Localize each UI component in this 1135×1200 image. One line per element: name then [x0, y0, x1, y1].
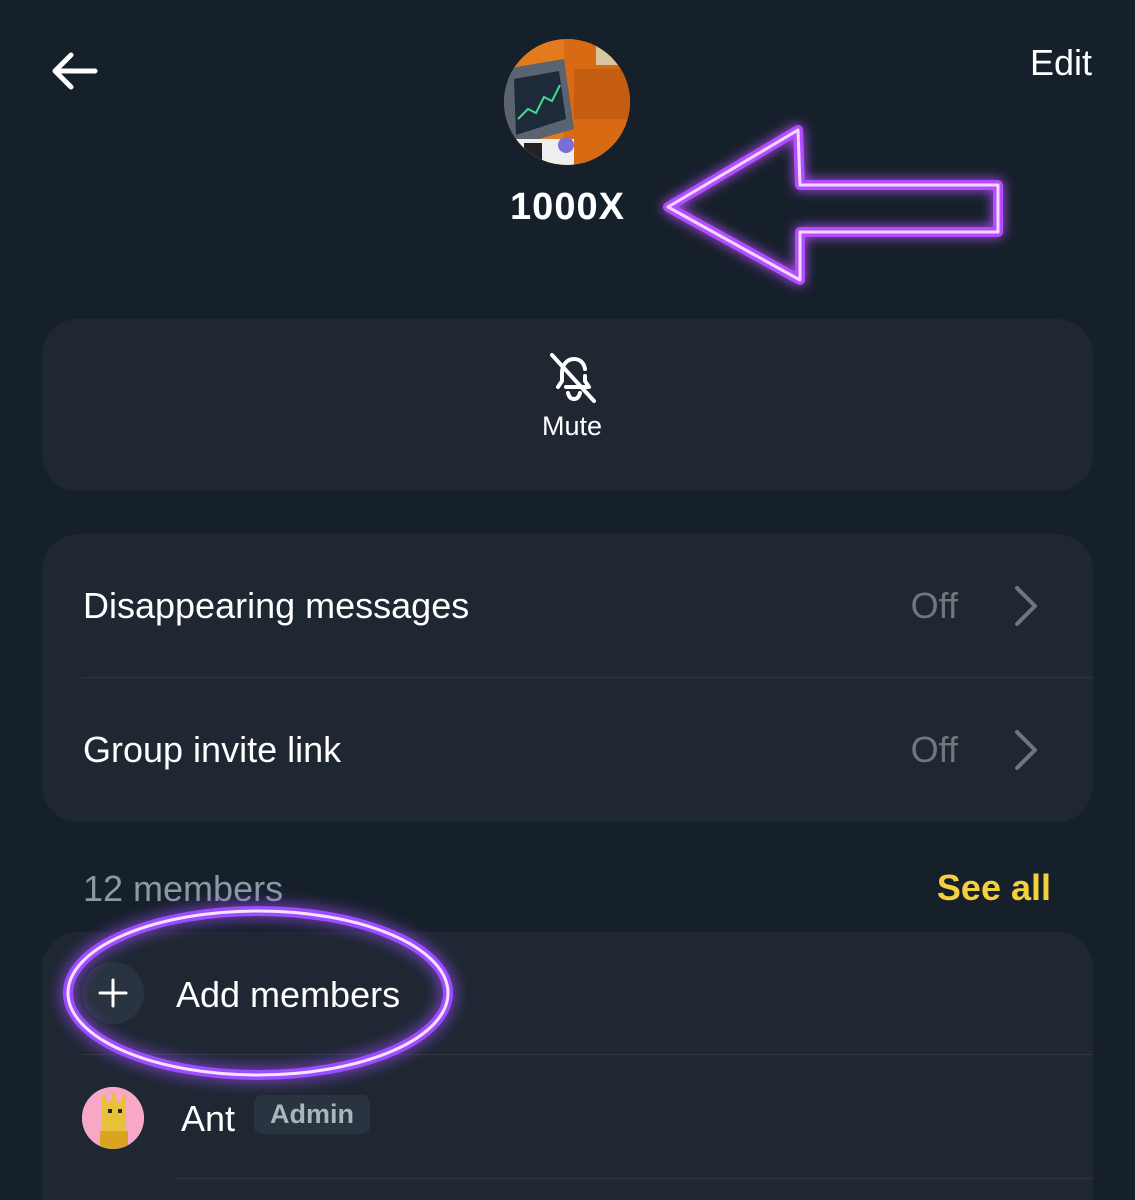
admin-badge: Admin	[254, 1095, 370, 1134]
setting-label: Disappearing messages	[83, 585, 470, 626]
members-card: Add members Ant Admin	[42, 932, 1093, 1200]
setting-value: Off	[910, 585, 958, 626]
setting-label: Group invite link	[83, 729, 342, 770]
chevron-right-icon	[1015, 586, 1037, 626]
add-members-label: Add members	[176, 974, 401, 1015]
back-arrow-icon	[52, 52, 98, 90]
member-name: Ant	[181, 1098, 236, 1139]
see-all-button[interactable]: See all	[937, 867, 1051, 909]
group-name: 1000X	[510, 186, 625, 228]
group-avatar[interactable]	[504, 39, 630, 165]
plus-icon	[98, 978, 128, 1008]
chevron-right-icon	[1015, 730, 1037, 770]
setting-group-invite-link[interactable]: Group invite link Off	[42, 678, 1093, 822]
divider	[82, 1054, 1093, 1055]
add-members-button[interactable]: Add members	[42, 932, 1093, 1054]
divider	[174, 1178, 1093, 1179]
setting-value: Off	[910, 729, 958, 770]
setting-disappearing-messages[interactable]: Disappearing messages Off	[42, 534, 1093, 678]
mute-button[interactable]: Mute	[532, 349, 612, 469]
group-info-screen: Edit 1000X Mute Disappearing messages Of…	[0, 0, 1135, 1200]
member-row[interactable]: Ant Admin	[42, 1056, 1093, 1176]
settings-card: Disappearing messages Off Group invite l…	[42, 534, 1093, 822]
edit-button[interactable]: Edit	[1030, 42, 1092, 84]
members-count: 12 members	[83, 868, 284, 909]
back-button[interactable]	[44, 44, 104, 98]
mute-label: Mute	[541, 411, 603, 441]
avatar	[82, 1087, 144, 1149]
actions-card: Mute	[42, 319, 1093, 491]
bell-off-icon	[550, 353, 596, 403]
plus-icon-container	[82, 962, 144, 1024]
